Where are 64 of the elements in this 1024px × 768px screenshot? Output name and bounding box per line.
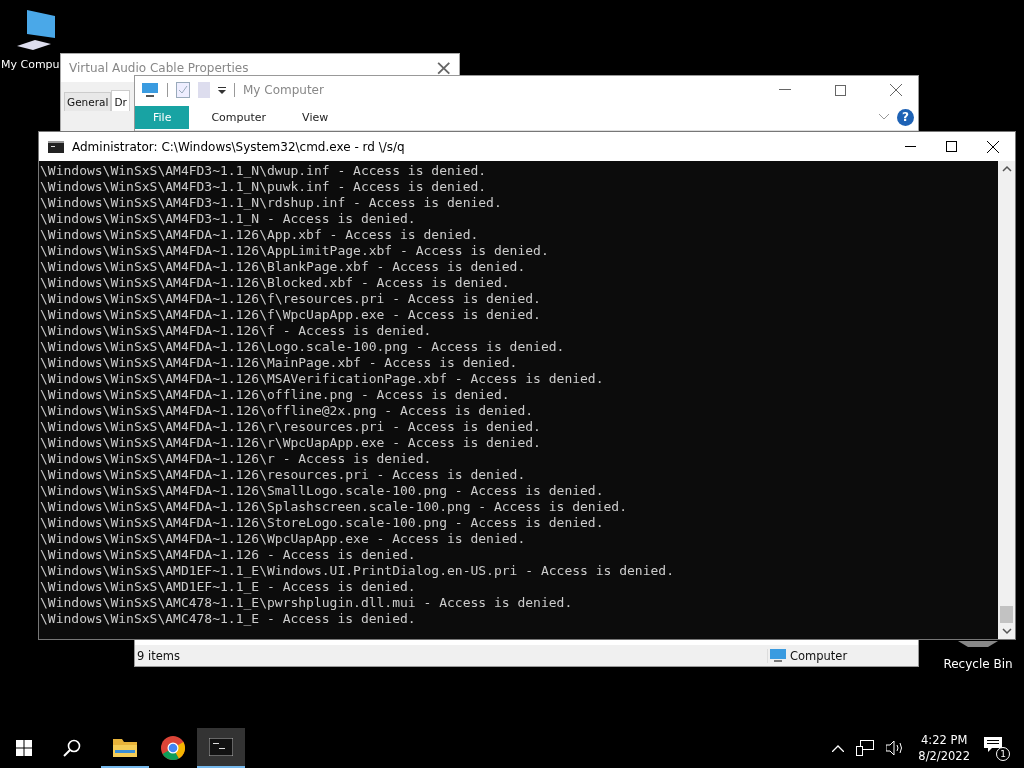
- console-line: \Windows\WinSxS\AM4FDA~1.126\Blocked.xbf - Access is denied.: [40, 275, 511, 291]
- console-line: \Windows\WinSxS\AM4FDA~1.126\AppLimitPage.xbf - Access is denied.: [40, 243, 550, 259]
- dropdown-icon[interactable]: [218, 86, 226, 94]
- console-line: \Windows\WinSxS\AM4FDA~1.126\r - Access is denied.: [40, 451, 433, 467]
- console-line: \Windows\WinSxS\AM4FDA~1.126\resources.pri - Access is denied.: [40, 467, 527, 483]
- chevron-icon[interactable]: [879, 114, 889, 120]
- minimize-icon[interactable]: [905, 145, 916, 148]
- console-line: \Windows\WinSxS\AM4FDA~1.126\MainPage.xbf - Access is denied.: [40, 355, 519, 371]
- console-line: \Windows\WinSxS\AM4FDA~1.126\offline.png - Access is denied.: [40, 387, 511, 403]
- clock-date[interactable]: 8/2/2022: [918, 748, 970, 764]
- close-button[interactable]: ×: [434, 57, 453, 79]
- status-text: Computer: [790, 648, 848, 663]
- status-text: 9 items: [136, 648, 181, 663]
- window-title: Virtual Audio Cable Properties: [69, 61, 250, 75]
- console-icon: [209, 738, 233, 756]
- console-line: \Windows\WinSxS\AM4FDA~1.126\r\resources.pri - Access is denied.: [40, 419, 542, 435]
- console-line: \Windows\WinSxS\AM4FDA~1.126 - Access is denied.: [40, 547, 417, 563]
- start-icon[interactable]: [16, 740, 32, 756]
- maximize-icon[interactable]: [946, 141, 957, 152]
- clock-time[interactable]: 4:22 PM: [921, 732, 968, 748]
- console-line: \Windows\WinSxS\AM4FDA~1.126\SmallLogo.scale-100.png - Access is denied.: [40, 483, 605, 499]
- close-icon[interactable]: [987, 140, 999, 153]
- ribbon-tab[interactable]: View: [288, 105, 343, 129]
- console-line: \Windows\WinSxS\AM4FDA~1.126\f - Access is denied.: [40, 323, 433, 339]
- volume-icon[interactable]: [886, 740, 905, 756]
- ribbon-tab[interactable]: Computer: [197, 105, 281, 129]
- console-line: \Windows\WinSxS\AM4FD3~1.1_N\dwup.inf - Access is denied.: [40, 163, 488, 179]
- console-line: \Windows\WinSxS\AM4FDA~1.126\Splashscreen.scale-100.png - Access is denied.: [40, 499, 628, 515]
- console-line: \Windows\WinSxS\AM4FDA~1.126\MSAVerificationPage.xbf - Access is denied.: [40, 371, 605, 387]
- network-icon[interactable]: [856, 740, 875, 756]
- console-line: \Windows\WinSxS\AM4FDA~1.126\offline@2x.png - Access is denied.: [40, 403, 535, 419]
- window-title: Administrator: C:\Windows\System32\cmd.exe - rd \/s/q: [72, 139, 405, 154]
- console-line: \Windows\WinSxS\AM4FDA~1.126\WpcUapApp.exe - Access is denied.: [40, 531, 527, 547]
- console-line: \Windows\WinSxS\AM4FD3~1.1_N - Access is denied.: [40, 211, 417, 227]
- chevron-up-icon[interactable]: [832, 744, 845, 752]
- computer-icon: [770, 648, 786, 663]
- console-line: \Windows\WinSxS\AM4FDA~1.126\App.xbf - Access is denied.: [40, 227, 480, 243]
- console-line: \Windows\WinSxS\AM4FDA~1.126\Logo.scale-100.png - Access is denied.: [40, 339, 566, 355]
- console-line: \Windows\WinSxS\AM4FDA~1.126\StoreLogo.scale-100.png - Access is denied.: [40, 515, 605, 531]
- tab[interactable]: Dr: [111, 90, 130, 111]
- console-line: \Windows\WinSxS\AMD1EF~1.1_E\Windows.UI.PrintDialog.en-US.pri - Access is denied.: [40, 563, 675, 579]
- help-button[interactable]: ?: [897, 108, 914, 126]
- browser-icon: [161, 736, 185, 760]
- console-icon: [48, 140, 64, 153]
- checkmark-icon[interactable]: [176, 82, 190, 98]
- taskbar-button[interactable]: [197, 728, 245, 768]
- scroll-thumb[interactable]: [1000, 606, 1013, 623]
- window-title: My Computer: [243, 83, 324, 97]
- console-line: \Windows\WinSxS\AMC478~1.1_E\pwrshplugin.dll.mui - Access is denied.: [40, 595, 574, 611]
- console-line: \Windows\WinSxS\AM4FD3~1.1_N\rdshup.inf - Access is denied.: [40, 195, 503, 211]
- console-line: \Windows\WinSxS\AM4FDA~1.126\f\resources.pri - Access is denied.: [40, 291, 542, 307]
- folder-icon: [113, 737, 137, 757]
- console-line: \Windows\WinSxS\AM4FD3~1.1_N\puwk.inf - Access is denied.: [40, 179, 488, 195]
- console-line: \Windows\WinSxS\AM4FDA~1.126\BlankPage.xbf - Access is denied.: [40, 259, 527, 275]
- scrollbar[interactable]: [998, 161, 1015, 639]
- console-line: \Windows\WinSxS\AMD1EF~1.1_E - Access is denied.: [40, 579, 417, 595]
- tab[interactable]: General: [64, 92, 112, 111]
- computer-icon: [141, 82, 159, 98]
- console-line: \Windows\WinSxS\AM4FDA~1.126\f\WpcUapApp.exe - Access is denied.: [40, 307, 542, 323]
- desktop-icon-label[interactable]: Recycle Bin: [943, 657, 1013, 671]
- console-line: \Windows\WinSxS\AMC478~1.1_E - Access is denied.: [40, 611, 417, 627]
- desktop-icon-label[interactable]: My Compu: [1, 58, 60, 71]
- search-icon[interactable]: [63, 739, 81, 757]
- console-line: \Windows\WinSxS\AM4FDA~1.126\r\WpcUapApp.exe - Access is denied.: [40, 435, 542, 451]
